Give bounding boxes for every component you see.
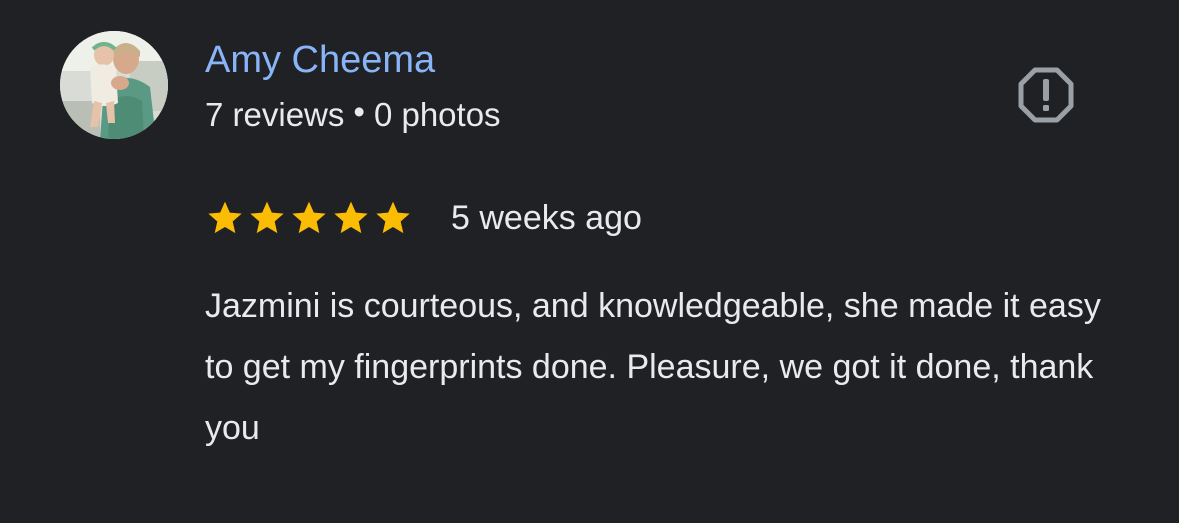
rating-row: 5 weeks ago — [205, 196, 642, 240]
reviewer-name-link[interactable]: Amy Cheema — [205, 36, 435, 84]
star-icon — [250, 201, 284, 234]
review-body-text: Jazmini is courteous, and knowledgeable,… — [205, 287, 1101, 447]
reviewer-avatar[interactable] — [60, 31, 168, 139]
star-rating — [205, 198, 413, 238]
star-icon — [334, 201, 368, 234]
report-review-button[interactable] — [1017, 66, 1075, 124]
review-card: Amy Cheema 7 reviews • 0 photos 5 weeks ag… — [0, 0, 1179, 523]
star-icon — [292, 201, 326, 234]
avatar-photo-icon — [60, 31, 168, 139]
report-octagon-icon — [1018, 67, 1074, 123]
reviewer-stats: 7 reviews • 0 photos — [205, 93, 501, 136]
star-icon — [376, 201, 410, 234]
photos-count: 0 photos — [373, 96, 501, 133]
review-date: 5 weeks ago — [451, 199, 642, 237]
reviews-count: 7 reviews — [205, 96, 345, 133]
meta-separator: • — [353, 93, 365, 130]
star-icon — [208, 201, 242, 234]
